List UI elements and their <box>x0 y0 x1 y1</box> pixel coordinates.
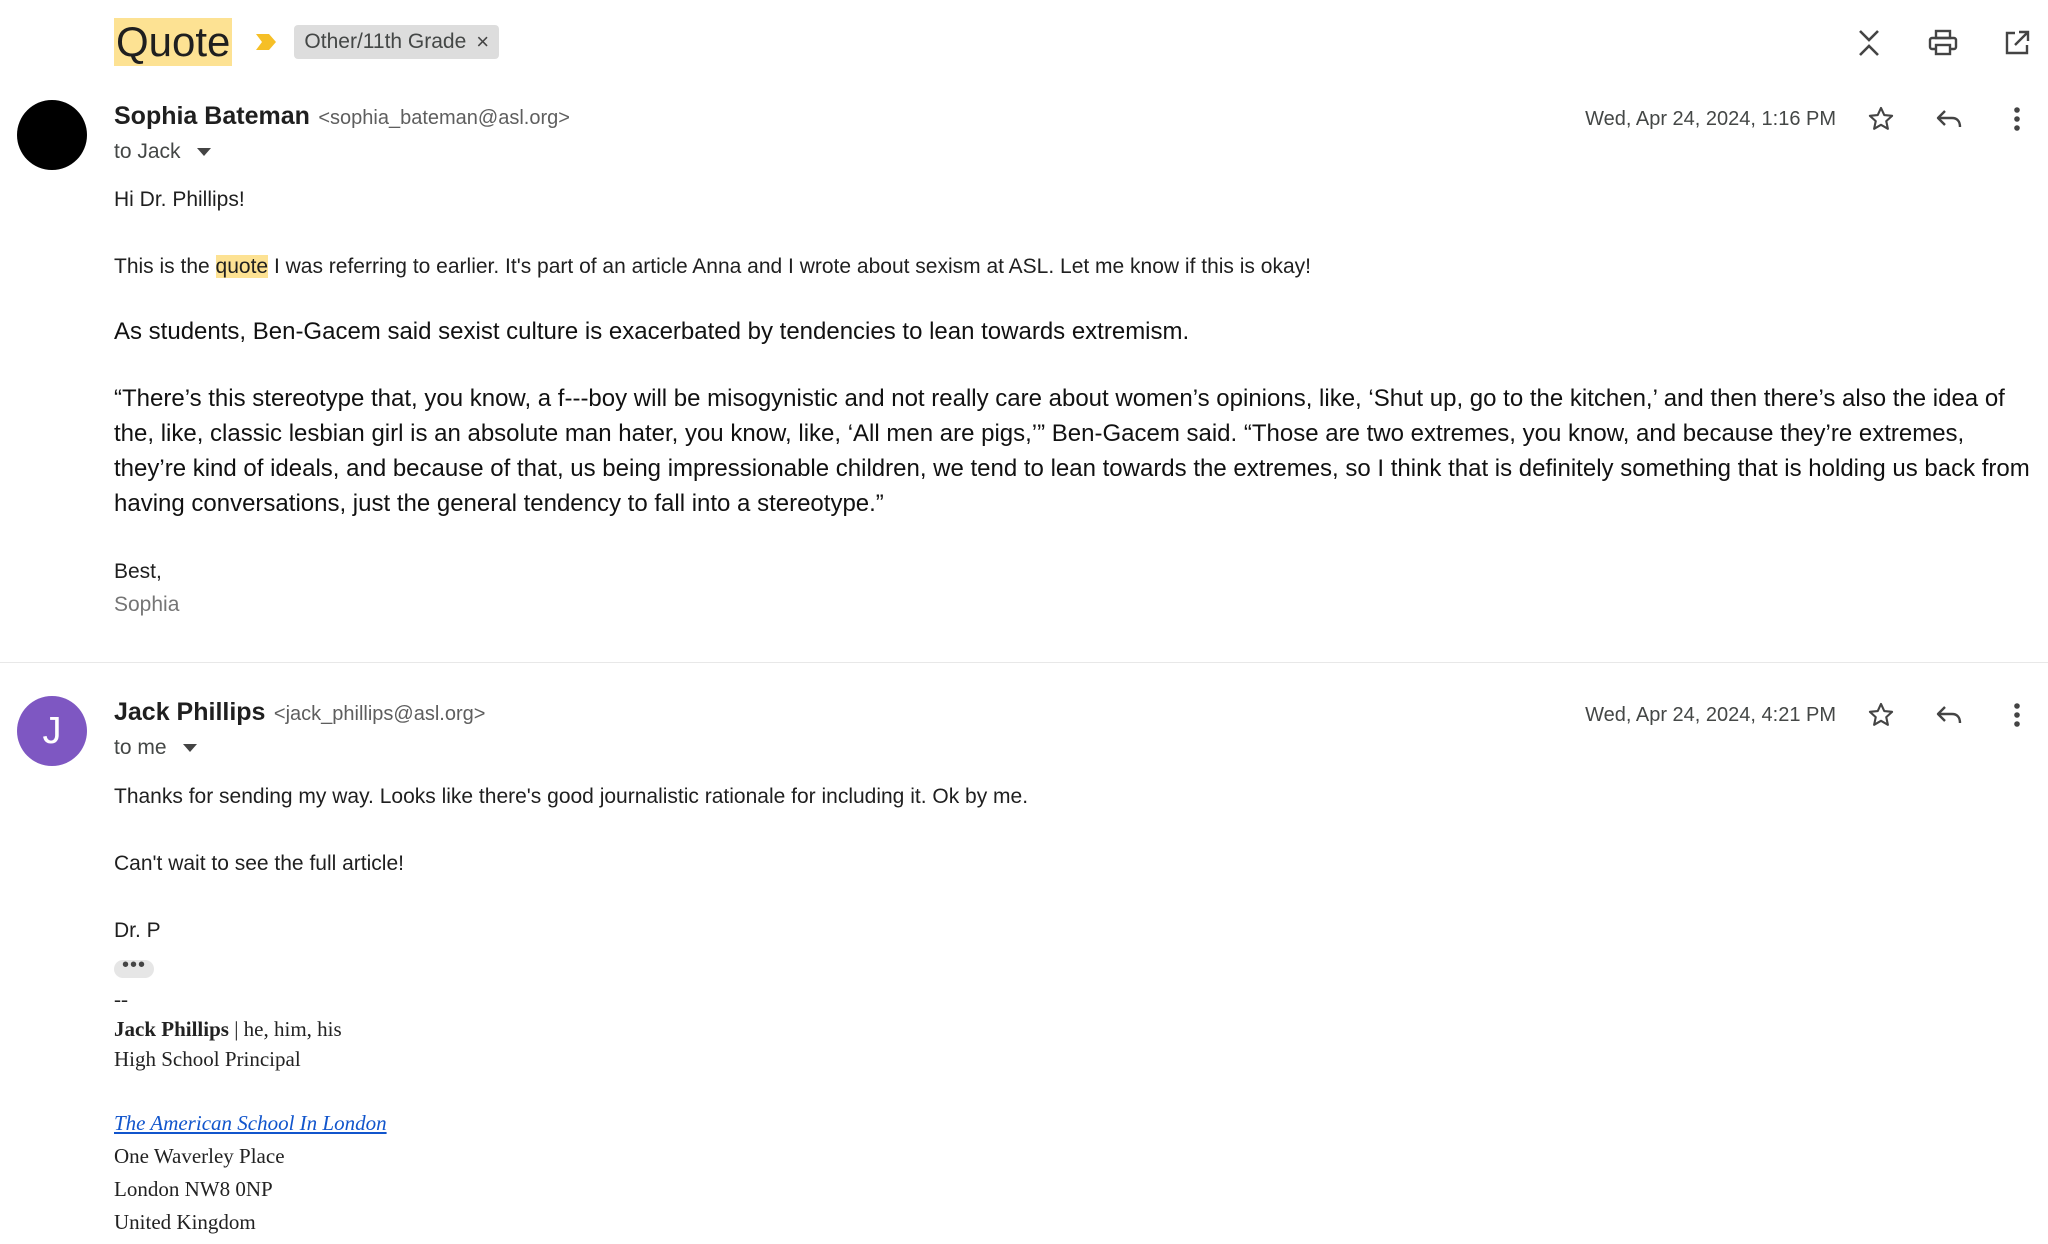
collapse-icon[interactable] <box>1852 26 1886 60</box>
signoff: Dr. P <box>114 919 161 942</box>
avatar[interactable]: J <box>17 696 87 766</box>
recipient-text: to Jack <box>114 140 181 163</box>
email-signature: -- Jack Phillips | he, him, his High Sch… <box>114 984 2034 1237</box>
closing: Best, <box>114 560 162 583</box>
message-body: Hi Dr. Phillips! This is the quote I was… <box>114 185 2034 620</box>
print-icon[interactable] <box>1926 26 1960 60</box>
sender-name[interactable]: Jack Phillips <box>114 698 265 726</box>
avatar[interactable] <box>17 100 87 170</box>
more-options-icon[interactable] <box>2000 102 2034 136</box>
message-meta: Wed, Apr 24, 2024, 4:21 PM <box>1585 698 2034 732</box>
reply-icon[interactable] <box>1932 102 1966 136</box>
reply-icon[interactable] <box>1932 698 1966 732</box>
sender-email: <jack_phillips@asl.org> <box>273 703 486 725</box>
quote-intro: As students, Ben-Gacem said sexist cultu… <box>114 318 1190 345</box>
sender-line: Sophia Bateman <sophia_bateman@asl.org> <box>114 102 570 131</box>
recipient-line[interactable]: to me <box>114 736 197 760</box>
reply-paragraph-1: Thanks for sending my way. Looks like th… <box>114 785 1029 808</box>
thread-header: Quote Other/11th Grade × <box>114 18 500 66</box>
sender-name[interactable]: Sophia Bateman <box>114 102 310 130</box>
show-trimmed-content-button[interactable]: ••• <box>114 955 154 978</box>
recipient-line[interactable]: to Jack <box>114 140 211 164</box>
thread-toolbar <box>1852 26 2034 60</box>
recipient-text: to me <box>114 736 167 759</box>
address-line-2: London NW8 0NP <box>114 1177 273 1201</box>
quote-body: “There’s this stereotype that, you know,… <box>114 385 2030 517</box>
signature-title: High School Principal <box>114 1047 301 1071</box>
message-date: Wed, Apr 24, 2024, 1:16 PM <box>1585 107 1836 130</box>
label-chip[interactable]: Other/11th Grade × <box>294 25 500 59</box>
signature-name: Jack Phillips <box>114 1017 229 1041</box>
reply-paragraph-2: Can't wait to see the full article! <box>114 852 404 875</box>
email-thread-view: Quote Other/11th Grade × Sophia Bateman … <box>0 0 2048 1244</box>
address-line-3: United Kingdom <box>114 1210 256 1234</box>
sender-email: <sophia_bateman@asl.org> <box>318 107 570 129</box>
greeting: Hi Dr. Phillips! <box>114 188 245 211</box>
address-line-1: One Waverley Place <box>114 1144 285 1168</box>
message-body: Thanks for sending my way. Looks like th… <box>114 782 2034 1237</box>
sender-signature: Sophia <box>114 593 180 616</box>
more-options-icon[interactable] <box>2000 698 2034 732</box>
sender-line: Jack Phillips <jack_phillips@asl.org> <box>114 698 485 727</box>
star-icon[interactable] <box>1864 102 1898 136</box>
importance-marker-icon[interactable] <box>254 32 278 52</box>
signature-pronouns: | he, him, his <box>228 1017 342 1041</box>
search-highlight: quote <box>215 255 269 278</box>
show-details-chevron-icon[interactable] <box>196 148 211 156</box>
message-date: Wed, Apr 24, 2024, 4:21 PM <box>1585 703 1836 726</box>
message-divider <box>0 662 2048 663</box>
label-chip-text: Other/11th Grade <box>304 30 467 53</box>
signature-separator: -- <box>114 987 128 1011</box>
school-link[interactable]: The American School In London <box>114 1111 387 1135</box>
thread-subject: Quote <box>114 18 233 66</box>
show-details-chevron-icon[interactable] <box>182 744 197 752</box>
signature-name-line: Jack Phillips | he, him, his <box>114 1014 2034 1044</box>
open-in-new-window-icon[interactable] <box>2000 26 2034 60</box>
intro-text-after: I was referring to earlier. It's part of… <box>268 255 1311 278</box>
intro-text-before: This is the <box>114 255 216 278</box>
intro-paragraph: This is the quote I was referring to ear… <box>114 252 2034 282</box>
remove-label-icon[interactable]: × <box>476 29 489 55</box>
message-meta: Wed, Apr 24, 2024, 1:16 PM <box>1585 102 2034 136</box>
star-icon[interactable] <box>1864 698 1898 732</box>
